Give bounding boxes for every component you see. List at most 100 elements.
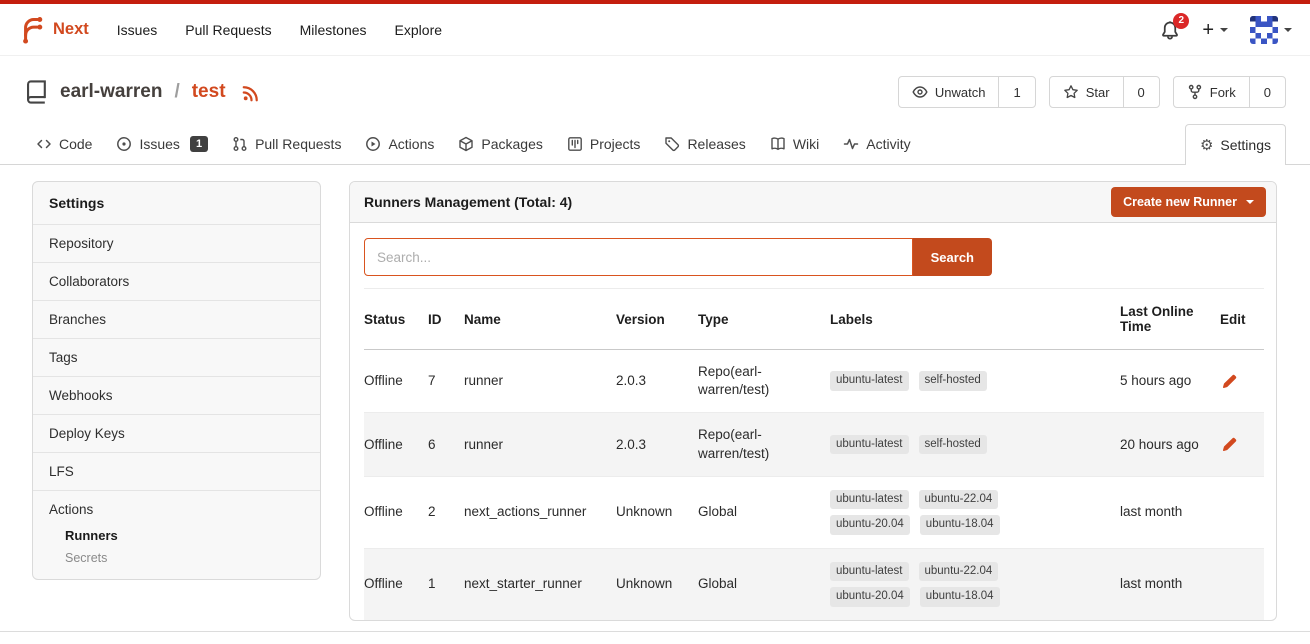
sidebar-item-tags[interactable]: Tags xyxy=(33,339,320,377)
runners-table-body: Offline 7 runner 2.0.3 Repo(earl-warren/… xyxy=(364,350,1264,620)
tab-issues[interactable]: Issues 1 xyxy=(104,124,220,164)
tab-actions[interactable]: Actions xyxy=(353,124,446,164)
create-new-menu-button[interactable]: + xyxy=(1202,20,1228,40)
runner-label-chip: self-hosted xyxy=(919,435,987,455)
sidebar-item-deploy-keys[interactable]: Deploy Keys xyxy=(33,415,320,453)
runners-title: Runners Management (Total: 4) xyxy=(364,194,572,210)
home-link[interactable]: Next xyxy=(18,16,89,44)
runner-status: Offline xyxy=(364,504,403,519)
repo-name-link[interactable]: test xyxy=(192,81,226,103)
runner-type: Global xyxy=(698,576,737,591)
runner-status: Offline xyxy=(364,576,403,591)
top-navbar: Next Issues Pull Requests Milestones Exp… xyxy=(0,4,1310,56)
pull-request-icon xyxy=(232,136,248,152)
sidebar-item-branches[interactable]: Branches xyxy=(33,301,320,339)
tab-label: Settings xyxy=(1220,137,1271,153)
tab-settings[interactable]: ⚙ Settings xyxy=(1185,124,1286,165)
avatar xyxy=(1250,16,1278,44)
col-version: Version xyxy=(616,289,698,350)
runner-version: Unknown xyxy=(616,504,672,519)
labels-list: ubuntu-latest self-hosted xyxy=(830,371,1030,391)
star-button-group: Star 0 xyxy=(1049,76,1160,108)
runner-label-chip: ubuntu-20.04 xyxy=(830,587,910,607)
runner-type: Global xyxy=(698,504,737,519)
star-icon xyxy=(1063,84,1079,100)
runner-name: next_starter_runner xyxy=(464,576,582,591)
tab-label: Activity xyxy=(866,136,910,152)
caret-down-icon xyxy=(1220,28,1228,32)
fork-button-group: Fork 0 xyxy=(1173,76,1286,108)
tab-label: Issues xyxy=(139,136,179,152)
runner-label-chip: ubuntu-22.04 xyxy=(919,490,999,510)
repo-tabbar: Code Issues 1 Pull Requests Actions xyxy=(0,124,1310,165)
runner-last-online: 5 hours ago xyxy=(1120,373,1191,388)
pencil-icon xyxy=(1222,374,1237,389)
gear-icon: ⚙ xyxy=(1200,138,1213,153)
tab-label: Wiki xyxy=(793,136,819,152)
tab-wiki[interactable]: Wiki xyxy=(758,124,831,164)
col-id: ID xyxy=(428,289,464,350)
search-input[interactable] xyxy=(364,238,913,276)
runner-type: Repo(earl-warren/test) xyxy=(698,364,769,397)
runner-row: Offline 1 next_starter_runner Unknown Gl… xyxy=(364,548,1264,620)
edit-runner-button[interactable] xyxy=(1220,372,1239,391)
tab-code[interactable]: Code xyxy=(24,124,104,164)
rss-feed-icon[interactable] xyxy=(242,83,261,102)
tab-pull-requests[interactable]: Pull Requests xyxy=(220,124,353,164)
edit-runner-button[interactable] xyxy=(1220,435,1239,454)
unwatch-button[interactable]: Unwatch xyxy=(899,77,999,107)
nav-explore[interactable]: Explore xyxy=(381,12,456,48)
runner-version: Unknown xyxy=(616,576,672,591)
pencil-icon xyxy=(1222,437,1237,452)
notification-count-badge: 2 xyxy=(1173,13,1189,29)
runner-id: 1 xyxy=(428,576,436,591)
fork-icon xyxy=(1187,84,1203,100)
sidebar-item-collaborators[interactable]: Collaborators xyxy=(33,263,320,301)
search-button[interactable]: Search xyxy=(913,238,992,276)
runner-id: 2 xyxy=(428,504,436,519)
tag-icon xyxy=(664,136,680,152)
runner-label-chip: ubuntu-22.04 xyxy=(919,562,999,582)
runner-label-chip: self-hosted xyxy=(919,371,987,391)
sidebar-item-repository[interactable]: Repository xyxy=(33,225,320,263)
runner-type: Repo(earl-warren/test) xyxy=(698,427,769,460)
nav-issues[interactable]: Issues xyxy=(103,12,171,48)
star-button[interactable]: Star xyxy=(1050,77,1123,107)
notifications-button[interactable]: 2 xyxy=(1160,20,1180,40)
watchers-count[interactable]: 1 xyxy=(998,77,1034,107)
sidebar-subitem-secrets[interactable]: Secrets xyxy=(65,551,304,565)
issue-icon xyxy=(116,136,132,152)
forks-count[interactable]: 0 xyxy=(1249,77,1285,107)
runner-version: 2.0.3 xyxy=(616,373,646,388)
runners-panel: Runners Management (Total: 4) Create new… xyxy=(349,181,1277,621)
runner-label-chip: ubuntu-20.04 xyxy=(830,515,910,535)
sidebar-item-lfs[interactable]: LFS xyxy=(33,453,320,491)
nav-milestones[interactable]: Milestones xyxy=(286,12,381,48)
repo-owner-link[interactable]: earl-warren xyxy=(60,81,162,103)
sidebar-subitem-runners[interactable]: Runners xyxy=(65,528,304,543)
tab-packages[interactable]: Packages xyxy=(446,124,554,164)
caret-down-icon xyxy=(1284,28,1292,32)
fork-button[interactable]: Fork xyxy=(1174,77,1249,107)
nav-pull-requests[interactable]: Pull Requests xyxy=(171,12,285,48)
stars-count[interactable]: 0 xyxy=(1123,77,1159,107)
col-type: Type xyxy=(698,289,830,350)
runner-name: next_actions_runner xyxy=(464,504,586,519)
plus-icon: + xyxy=(1202,20,1214,40)
col-name: Name xyxy=(464,289,616,350)
runner-label-chip: ubuntu-latest xyxy=(830,371,909,391)
user-menu-button[interactable] xyxy=(1250,16,1292,44)
runner-row: Offline 2 next_actions_runner Unknown Gl… xyxy=(364,476,1264,548)
runner-name: runner xyxy=(464,437,503,452)
tab-activity[interactable]: Activity xyxy=(831,124,922,164)
runner-id: 6 xyxy=(428,437,436,452)
code-icon xyxy=(36,136,52,152)
tab-projects[interactable]: Projects xyxy=(555,124,653,164)
runner-status: Offline xyxy=(364,437,403,452)
create-runner-button[interactable]: Create new Runner xyxy=(1111,187,1266,217)
tab-label: Releases xyxy=(687,136,745,152)
sidebar-item-actions[interactable]: Actions xyxy=(33,491,320,528)
issues-count-badge: 1 xyxy=(190,136,208,152)
tab-releases[interactable]: Releases xyxy=(652,124,757,164)
sidebar-item-webhooks[interactable]: Webhooks xyxy=(33,377,320,415)
